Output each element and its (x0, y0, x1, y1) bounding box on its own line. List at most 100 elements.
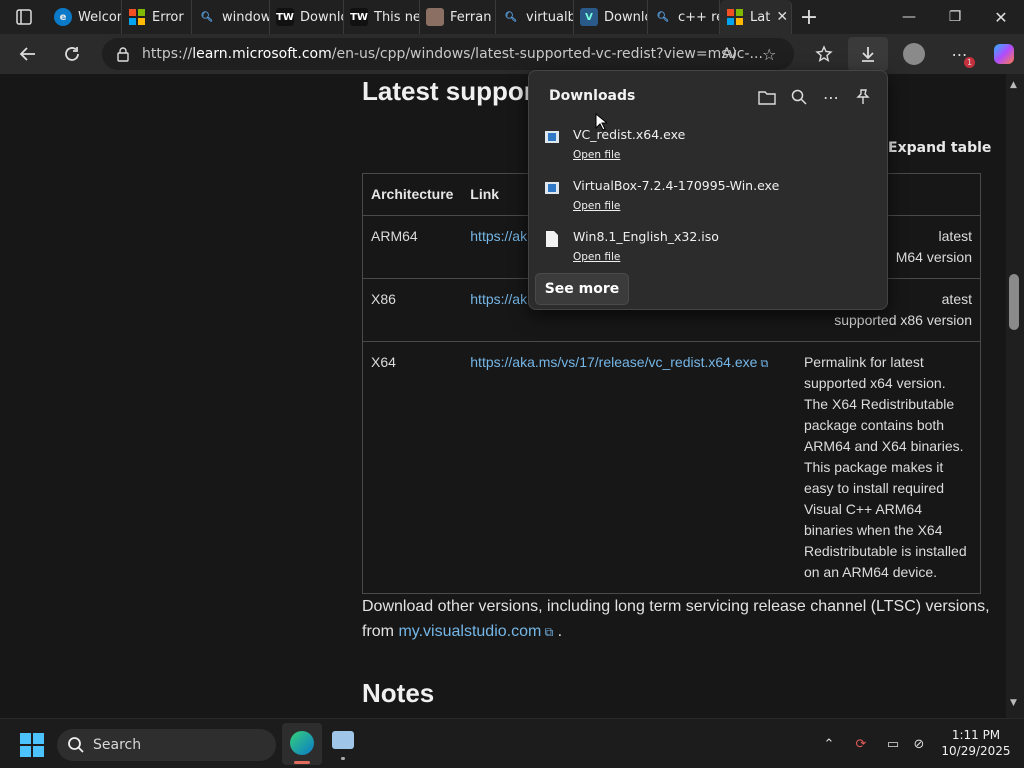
edge-icon: e (54, 8, 72, 26)
search-icon: 🔍︎ (200, 11, 214, 23)
taskbar-edge-app[interactable] (282, 723, 322, 765)
profile-button[interactable] (894, 37, 934, 71)
page-title: Latest suppor (362, 76, 534, 106)
open-folder-icon[interactable] (755, 85, 779, 109)
redist-link[interactable]: https://aka.ms/vs/17/release/vc_redist.x… (470, 354, 757, 370)
download-item[interactable]: VC_redist.x64.exe Open file (541, 127, 877, 175)
tab-error[interactable]: Error (122, 0, 192, 34)
see-more-button[interactable]: See more (535, 273, 629, 305)
tab-welcome[interactable]: e Welcome (48, 0, 122, 34)
tab-latest-active[interactable]: Lat ✕ (720, 0, 792, 34)
pin-icon[interactable] (851, 85, 875, 109)
arch-cell: X86 (362, 278, 463, 342)
tab-cpp-redist-search[interactable]: 🔍︎ c++ red (648, 0, 720, 34)
minimize-button[interactable]: — (886, 0, 932, 34)
favorites-icon (815, 45, 833, 62)
para-end: . (553, 623, 563, 640)
avatar (903, 43, 925, 65)
tab-label: window (222, 9, 270, 25)
document-file-icon (545, 231, 559, 247)
address-bar[interactable]: https://learn.microsoft.com/en-us/cpp/wi… (102, 38, 794, 70)
copilot-icon (994, 44, 1014, 64)
network-muted-icon[interactable]: ⊘ (908, 733, 930, 755)
tab-download-vs[interactable]: V Downlo (574, 0, 648, 34)
tab-label: virtualb (526, 9, 574, 25)
downloads-button[interactable] (848, 37, 888, 71)
open-file-link[interactable]: Open file (573, 251, 620, 263)
arch-cell: ARM64 (362, 215, 463, 279)
copilot-button[interactable] (984, 37, 1024, 71)
open-file-link[interactable]: Open file (573, 200, 620, 212)
show-hidden-icons-chevron-icon[interactable]: ⌃ (818, 733, 840, 755)
close-tab-icon[interactable]: ✕ (776, 9, 788, 25)
read-aloud-icon[interactable]: A) (722, 46, 737, 62)
installer-app-icon (332, 731, 354, 749)
system-clock[interactable]: 1:11 PM 10/29/2025 (936, 727, 1016, 759)
visualstudio-link[interactable]: my.visualstudio.com (398, 623, 541, 640)
link-cell: https://aka.ms/vs/17/release/vc_redist.x… (462, 341, 796, 594)
mouse-cursor-icon (595, 113, 607, 131)
active-indicator (294, 761, 310, 764)
clock-date: 10/29/2025 (941, 744, 1011, 758)
download-item[interactable]: Win8.1_English_x32.iso Open file (541, 229, 877, 277)
download-filename: VirtualBox-7.2.4-170995-Win.exe (573, 178, 780, 193)
search-label: Search (93, 737, 142, 753)
tab-virtualbox-search[interactable]: 🔍︎ virtualb (496, 0, 574, 34)
scroll-down-icon[interactable]: ▼ (1010, 698, 1017, 708)
search-icon (68, 737, 84, 753)
start-button[interactable] (20, 733, 44, 761)
profile-photo-icon (426, 8, 444, 26)
tab-label: This ne (374, 9, 420, 25)
microsoft-logo-icon (726, 8, 744, 26)
search-downloads-icon[interactable] (787, 85, 811, 109)
back-button[interactable] (8, 37, 48, 71)
download-item[interactable]: VirtualBox-7.2.4-170995-Win.exe Open fil… (541, 178, 877, 226)
url-host: learn.microsoft.com (192, 46, 332, 62)
taskbar-search[interactable]: Search (57, 729, 276, 761)
desc-cell: Permalink for latest supported x64 versi… (795, 341, 981, 594)
sync-icon[interactable]: ⟳ (850, 733, 872, 755)
external-link-icon: ⧉ (757, 358, 769, 370)
download-icon (862, 47, 874, 62)
downloads-title: Downloads (549, 88, 636, 104)
redist-link[interactable]: https://ak (470, 228, 527, 244)
tab-actions-button[interactable] (0, 0, 48, 34)
table-row: X64 https://aka.ms/vs/17/release/vc_redi… (362, 341, 981, 594)
tab-download-tw[interactable]: TW Downlo (270, 0, 344, 34)
settings-more-button[interactable]: ⋯ 1 (940, 37, 980, 71)
tab-window-search[interactable]: 🔍︎ window (192, 0, 270, 34)
scrollbar-thumb[interactable] (1009, 274, 1019, 330)
tab-label: c++ red (678, 9, 719, 25)
download-filename: VC_redist.x64.exe (573, 127, 686, 142)
favorite-star-icon[interactable]: ☆ (762, 45, 776, 64)
display-icon[interactable]: ▭ (882, 733, 904, 755)
search-icon: 🔍︎ (504, 11, 518, 23)
tab-ferran[interactable]: Ferran (420, 0, 496, 34)
page-scrollbar[interactable]: ▲ ▼ (1006, 74, 1024, 718)
redist-link[interactable]: https://ak (470, 291, 527, 307)
refresh-button[interactable] (52, 37, 92, 71)
edge-icon (290, 731, 314, 755)
taskbar-installer-app[interactable] (328, 729, 358, 760)
running-indicator (341, 757, 345, 760)
restore-button[interactable]: ❐ (932, 0, 978, 34)
open-file-link[interactable]: Open file (573, 149, 620, 161)
vs-logo-icon: V (580, 8, 598, 26)
downloads-flyout: Downloads ⋯ VC_redist.x64.exe Open file … (528, 70, 888, 310)
lock-icon (117, 47, 129, 62)
header-architecture: Architecture (362, 173, 463, 216)
back-arrow-icon (19, 47, 35, 61)
tab-label: Downlo (604, 9, 648, 25)
clock-time: 1:11 PM (951, 728, 1001, 742)
tab-bar: e Welcome Error 🔍︎ window TW Downlo TW T… (0, 0, 1024, 34)
close-window-button[interactable]: ✕ (978, 0, 1024, 34)
scroll-up-icon[interactable]: ▲ (1010, 80, 1017, 90)
arch-cell: X64 (362, 341, 463, 594)
more-options-icon[interactable]: ⋯ (819, 85, 843, 109)
tab-this-new[interactable]: TW This ne (344, 0, 420, 34)
new-tab-button[interactable]: + (792, 0, 826, 34)
favorites-button[interactable] (804, 37, 844, 71)
expand-table-button[interactable]: Expand table (888, 140, 991, 156)
download-other-versions-text: Download other versions, including long … (362, 594, 992, 645)
tab-label: Lat (750, 9, 771, 25)
